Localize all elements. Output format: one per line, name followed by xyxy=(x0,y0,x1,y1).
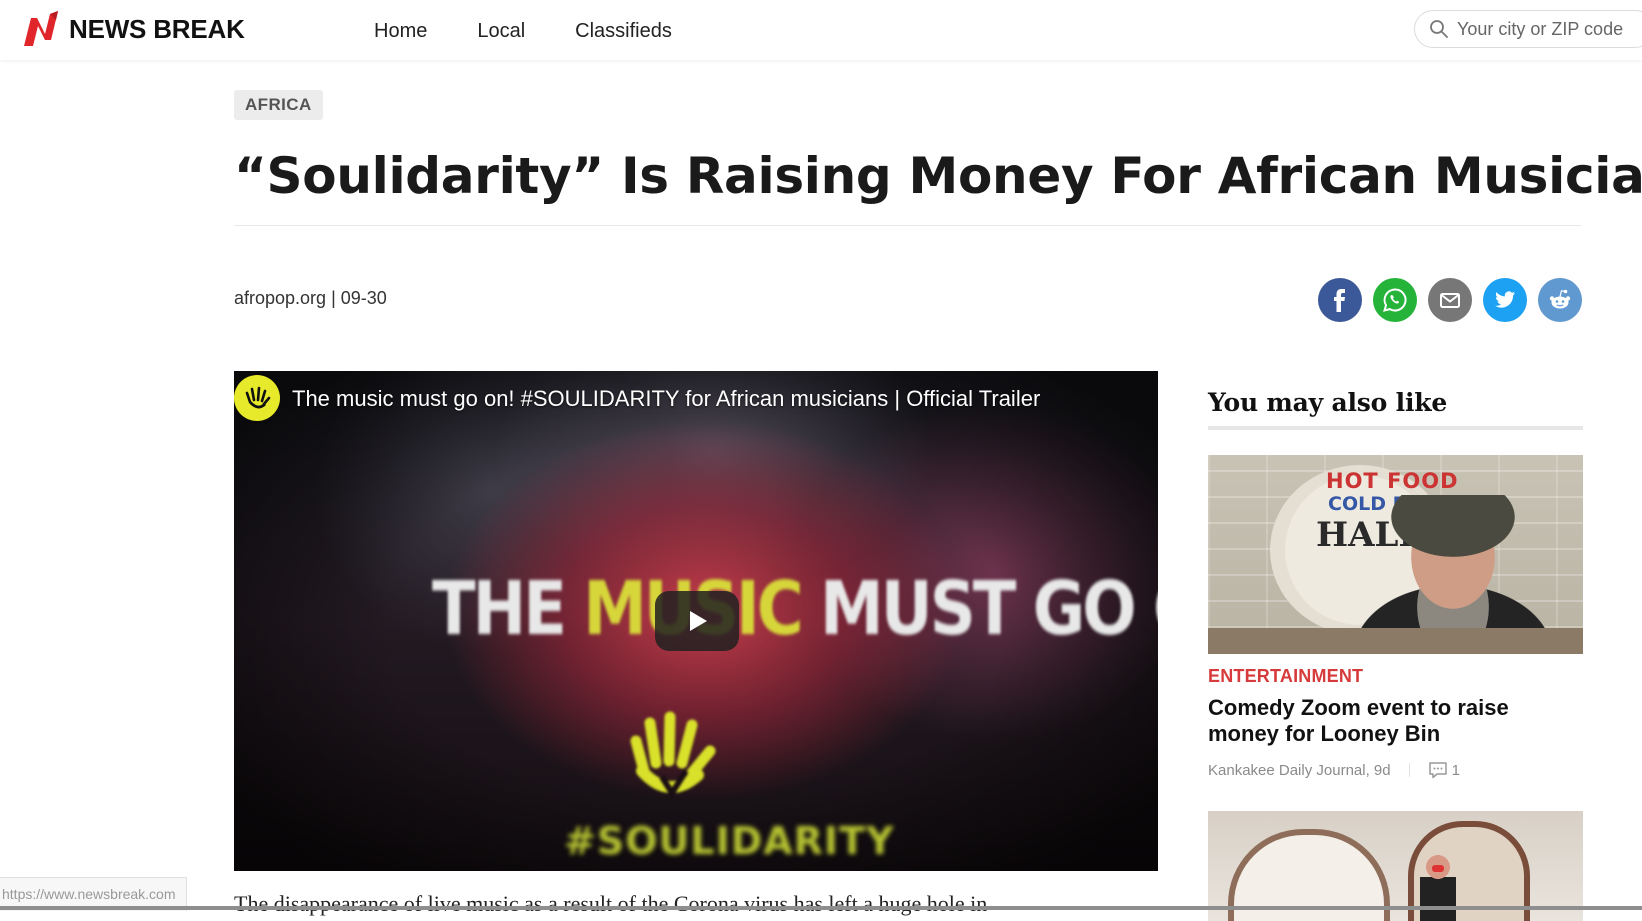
article-title: “Soulidarity” Is Raising Money For Afric… xyxy=(234,147,1642,205)
nav-classifieds[interactable]: Classifieds xyxy=(575,17,672,45)
main-nav: Home Local Classifieds xyxy=(374,17,722,45)
video-title[interactable]: The music must go on! #SOULIDARITY for A… xyxy=(292,386,1040,412)
share-facebook-button[interactable] xyxy=(1318,278,1362,322)
embedded-video-player[interactable]: THE MUSIC MUST GO ON #SOULIDARITY The mu… xyxy=(234,371,1158,871)
video-overlay-word1: THE xyxy=(432,567,584,653)
related-card-source: Kankakee Daily Journal, 9d xyxy=(1208,761,1391,779)
brand-name: NEWS BREAK xyxy=(69,13,245,44)
whatsapp-icon xyxy=(1383,288,1407,312)
reddit-icon xyxy=(1549,289,1571,309)
video-footer-text: #SOULIDARITY xyxy=(564,819,895,863)
related-card-category[interactable]: ENTERTAINMENT xyxy=(1208,666,1583,687)
sidebar-heading-rule xyxy=(1208,426,1583,430)
related-card-comment-count[interactable]: 1 xyxy=(1452,762,1460,779)
facebook-icon xyxy=(1334,289,1345,312)
newsbreak-logo-icon xyxy=(24,11,58,46)
channel-hand-icon xyxy=(245,386,271,409)
share-twitter-button[interactable] xyxy=(1483,278,1527,322)
share-whatsapp-button[interactable] xyxy=(1373,278,1417,322)
sidebar-heading: You may also like xyxy=(1208,388,1448,417)
nav-local[interactable]: Local xyxy=(477,17,525,45)
article-byline: afropop.org | 09-30 xyxy=(234,288,387,308)
window-bottom-edge xyxy=(0,906,1642,910)
twitter-icon xyxy=(1495,291,1515,308)
top-navigation-bar: NEWS BREAK Home Local Classifieds xyxy=(0,0,1642,60)
email-icon xyxy=(1440,293,1460,308)
meta-divider xyxy=(1408,763,1410,777)
video-overlay-word3: MUST GO ON xyxy=(820,567,1158,653)
related-sidebar: You may also like HOT FOOD COLD BEE HALF… xyxy=(1208,384,1584,921)
related-card-title[interactable]: Comedy Zoom event to raise money for Loo… xyxy=(1208,695,1583,747)
share-email-button[interactable] xyxy=(1428,278,1472,322)
thumbnail-floor xyxy=(1208,628,1583,654)
thumbnail-face-mask xyxy=(1432,865,1444,872)
nav-home[interactable]: Home xyxy=(374,17,427,45)
related-card[interactable]: HOT FOOD COLD BEE HALF ENTERTAINMENT Com… xyxy=(1208,455,1583,779)
title-divider xyxy=(234,225,1581,226)
thumbnail-text-hot-food: HOT FOOD xyxy=(1326,469,1459,493)
comment-icon[interactable] xyxy=(1428,761,1448,779)
location-search-input[interactable] xyxy=(1455,17,1639,41)
video-play-button[interactable] xyxy=(655,591,739,651)
category-tag[interactable]: AFRICA xyxy=(234,90,323,120)
share-reddit-button[interactable] xyxy=(1538,278,1582,322)
related-card-meta: Kankakee Daily Journal, 9d 1 xyxy=(1208,761,1583,779)
share-buttons xyxy=(1318,278,1593,322)
video-channel-avatar[interactable] xyxy=(234,375,280,421)
newsbreak-logo[interactable]: NEWS BREAK xyxy=(23,10,245,48)
soulidarity-hand-logo xyxy=(630,711,716,799)
article-first-line: The disappearance of live music as a res… xyxy=(234,891,988,916)
search-icon xyxy=(1430,20,1448,38)
location-search[interactable] xyxy=(1414,10,1642,48)
related-card-thumbnail-2[interactable] xyxy=(1208,811,1583,921)
video-overlay-text: THE MUSIC MUST GO ON xyxy=(432,567,1158,652)
related-card-thumbnail[interactable]: HOT FOOD COLD BEE HALF xyxy=(1208,455,1583,654)
play-icon xyxy=(690,611,707,631)
